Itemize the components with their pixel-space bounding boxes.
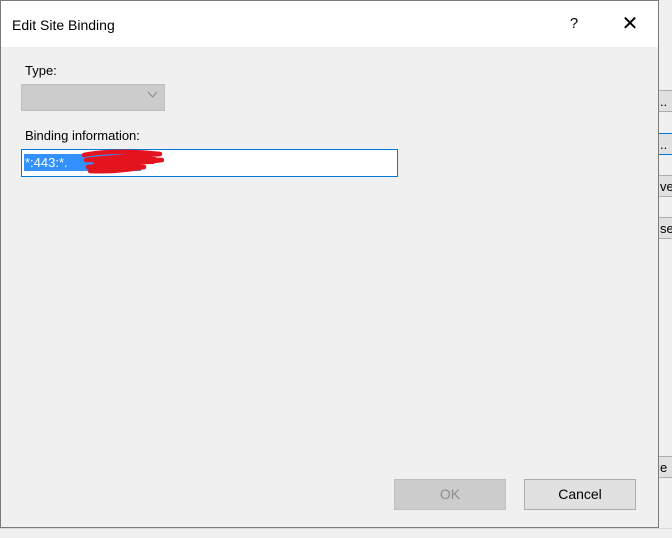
background-button-5[interactable]: e xyxy=(658,456,672,478)
type-select[interactable] xyxy=(21,84,165,111)
binding-information-input[interactable]: *:443:*. xyxy=(21,149,398,177)
background-button-1[interactable]: .. xyxy=(658,90,672,112)
redaction-mark xyxy=(81,149,164,174)
ok-button[interactable]: OK xyxy=(394,479,506,510)
question-icon: ? xyxy=(569,15,579,32)
dialog-title: Edit Site Binding xyxy=(12,17,115,33)
x-icon: ✕ xyxy=(621,13,639,35)
binding-information-label: Binding information: xyxy=(25,128,140,143)
background-button-2[interactable]: .. xyxy=(658,133,672,155)
edit-site-binding-dialog: Edit Site Binding ? ✕ Type: Binding info… xyxy=(0,0,659,528)
close-button[interactable]: ✕ xyxy=(610,9,650,39)
background-button-4[interactable]: se xyxy=(658,217,672,239)
help-button[interactable]: ? xyxy=(556,9,592,39)
chevron-down-icon xyxy=(147,89,158,103)
background-button-3[interactable]: ve xyxy=(658,175,672,197)
cancel-button[interactable]: Cancel xyxy=(524,479,636,510)
type-label: Type: xyxy=(25,63,57,78)
title-bar: Edit Site Binding ? ✕ xyxy=(1,1,658,47)
